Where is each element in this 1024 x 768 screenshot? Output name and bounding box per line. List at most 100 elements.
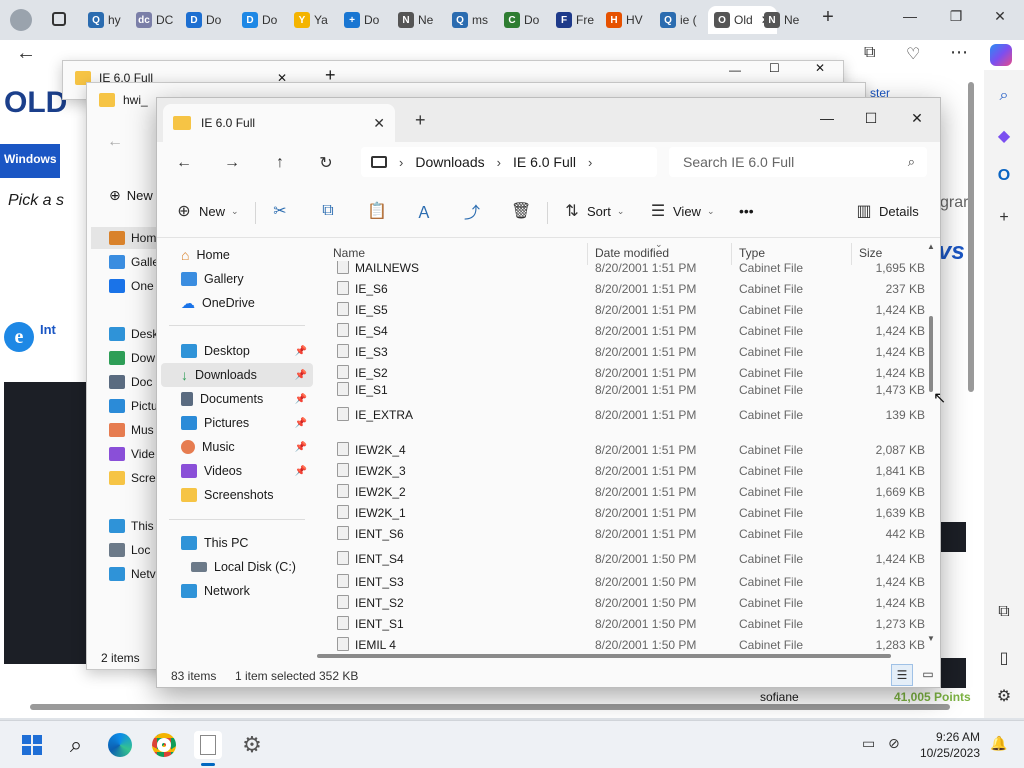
nav-item-home[interactable]: ⌂ Home	[161, 243, 313, 267]
nav-item-localdisk[interactable]: Local Disk (C:)	[161, 555, 313, 579]
details-pane-button[interactable]: ▥ Details	[855, 196, 918, 226]
column-header-size[interactable]: Size	[859, 246, 882, 260]
nav-item-music[interactable]: Music 📌	[161, 435, 313, 459]
bg-window-1-close[interactable]: ✕	[815, 61, 825, 75]
nav-item-thispc[interactable]: This PC	[161, 531, 313, 555]
browser-tab[interactable]: Qms	[452, 6, 488, 34]
search-input[interactable]: Search IE 6.0 Full ⌕	[669, 147, 927, 177]
tab-actions-icon[interactable]	[52, 12, 66, 26]
nav-item-desktop[interactable]: Desktop 📌	[161, 339, 313, 363]
column-header-type[interactable]: Type	[739, 246, 765, 260]
nav-item-onedrive[interactable]: ☁ OneDrive	[161, 291, 313, 315]
file-list-scrollbar[interactable]	[927, 248, 935, 648]
add-icon[interactable]: +	[994, 208, 1014, 228]
bg-nav-item[interactable]: One	[109, 275, 159, 297]
pin-icon[interactable]: 📌	[295, 418, 307, 429]
explorer-tab[interactable]: IE 6.0 Full ✕	[163, 104, 395, 142]
browser-close-button[interactable]: ✕	[988, 8, 1012, 25]
copilot-sidebar-icon[interactable]: ◆	[994, 126, 1014, 146]
chevron-right-icon[interactable]: ›	[588, 155, 592, 170]
pin-icon[interactable]: 📌	[295, 466, 307, 477]
browser-tab[interactable]: Qhy	[88, 6, 121, 34]
forward-icon[interactable]: →	[219, 150, 245, 176]
outlook-icon[interactable]: O	[994, 166, 1014, 186]
back-icon[interactable]: ←	[171, 150, 197, 176]
profile-avatar[interactable]	[10, 9, 32, 31]
address-bar[interactable]: › Downloads › IE 6.0 Full ›	[361, 147, 657, 177]
bg-nav-item[interactable]: Hom	[91, 227, 159, 249]
new-tab-button[interactable]: +	[816, 6, 840, 29]
browser-tab[interactable]: Qie (	[660, 6, 697, 34]
browser-tab[interactable]: D Do	[186, 6, 221, 34]
browser-tab[interactable]: D Do	[242, 6, 277, 34]
browser-tab[interactable]: C Do	[504, 6, 539, 34]
pin-icon[interactable]: 📌	[295, 370, 307, 381]
browser-tab[interactable]: N Ne	[764, 6, 799, 34]
chrome-icon[interactable]	[150, 731, 178, 759]
bg-nav-item[interactable]: Pictu	[109, 395, 159, 417]
pin-icon[interactable]: 📌	[295, 394, 307, 405]
browser-tab[interactable]: dc DC	[136, 6, 173, 34]
bg-new-button[interactable]: ⊕ New	[109, 187, 153, 204]
browser-tab[interactable]: + Do	[344, 6, 379, 34]
chevron-right-icon[interactable]: ›	[399, 155, 403, 170]
browser-restore-button[interactable]: ❐	[944, 8, 968, 25]
table-row[interactable]: IENT_S4 8/20/2001 1:50 PM Cabinet File 1,42…	[329, 548, 929, 569]
horizontal-scrollbar[interactable]	[317, 654, 891, 658]
system-clock[interactable]: 9:26 AM 10/25/2023	[920, 729, 980, 761]
browser-tab[interactable]: N Ne	[398, 6, 433, 34]
details-view-toggle[interactable]: ☰	[891, 664, 913, 686]
page-hscrollbar[interactable]	[30, 704, 950, 710]
table-row[interactable]: MAILNEWS 8/20/2001 1:51 PM Cabinet File 1,6…	[329, 261, 929, 278]
large-icons-view-toggle[interactable]: ▭	[917, 664, 939, 686]
minimize-button[interactable]: —	[805, 104, 849, 132]
cut-button[interactable]: ✂	[271, 196, 289, 226]
back-icon[interactable]: ←	[107, 133, 123, 151]
settings-taskbar-icon[interactable]: ⚙	[238, 731, 266, 759]
file-explorer-taskbar-icon[interactable]	[194, 731, 222, 759]
more-options-button[interactable]: •••	[739, 196, 754, 226]
windows-start-icon[interactable]	[18, 731, 46, 759]
site-item-title[interactable]: Int	[40, 322, 56, 337]
table-row[interactable]: IENT_S2 8/20/2001 1:50 PM Cabinet File 1,42…	[329, 592, 929, 613]
table-row[interactable]: IE_S3 8/20/2001 1:51 PM Cabinet File 1,424 …	[329, 341, 929, 362]
share-button[interactable]: ⤴	[463, 196, 481, 226]
table-row[interactable]: IE_S4 8/20/2001 1:51 PM Cabinet File 1,424 …	[329, 320, 929, 341]
refresh-icon[interactable]: ↻	[313, 150, 339, 176]
nav-item-documents[interactable]: Documents 📌	[161, 387, 313, 411]
table-row[interactable]: IE_S5 8/20/2001 1:51 PM Cabinet File 1,424 …	[329, 299, 929, 320]
bg-window-1-minimize[interactable]: —	[729, 63, 741, 77]
maximize-button[interactable]: ☐	[849, 104, 893, 132]
bg-nav-item[interactable]: Galle	[109, 251, 159, 273]
new-button[interactable]: ⊕ New ⌄	[175, 196, 238, 226]
site-nav-windows[interactable]: Windows	[4, 152, 57, 166]
performance-icon[interactable]: ♡	[906, 44, 920, 64]
chevron-right-icon[interactable]: ›	[497, 155, 501, 170]
table-row[interactable]: IENT_S6 8/20/2001 1:51 PM Cabinet File 442 …	[329, 523, 929, 544]
page-vscrollbar[interactable]	[968, 82, 974, 392]
browser-minimize-button[interactable]: —	[898, 8, 922, 24]
bg-nav-item[interactable]: Netv	[109, 563, 159, 585]
search-icon[interactable]: ⌕	[62, 731, 90, 759]
settings-more-icon[interactable]: ⋯	[950, 42, 968, 63]
bg-nav-item[interactable]: Scre	[109, 467, 159, 489]
table-row[interactable]: IENT_S1 8/20/2001 1:50 PM Cabinet File 1,27…	[329, 613, 929, 634]
rename-button[interactable]: Ａ	[415, 196, 433, 226]
bg-nav-item[interactable]: Loc	[109, 539, 159, 561]
copy-button[interactable]: ⧉	[319, 196, 337, 226]
nav-item-downloads[interactable]: ↓ Downloads 📌	[161, 363, 313, 387]
table-row[interactable]: IE_S1 8/20/2001 1:51 PM Cabinet File 1,473 …	[329, 379, 929, 400]
gear-icon[interactable]: ⚙	[994, 686, 1014, 706]
search-icon[interactable]: ⌕	[994, 86, 1014, 106]
nav-item-gallery[interactable]: Gallery	[161, 267, 313, 291]
nav-item-videos[interactable]: Videos 📌	[161, 459, 313, 483]
browser-tab[interactable]: H HV	[606, 6, 643, 34]
bg-nav-item[interactable]: This	[109, 515, 159, 537]
bg-window-1-maximize[interactable]: ☐	[769, 61, 780, 75]
screenshot-icon[interactable]: ⧉	[994, 602, 1014, 622]
bg-nav-item[interactable]: Doc	[109, 371, 159, 393]
delete-button[interactable]: 🗑	[511, 196, 531, 226]
table-row[interactable]: IEW2K_3 8/20/2001 1:51 PM Cabinet File 1,84…	[329, 460, 929, 481]
table-row[interactable]: IEW2K_4 8/20/2001 1:51 PM Cabinet File 2,08…	[329, 439, 929, 460]
view-button[interactable]: ☰ View ⌄	[649, 196, 715, 226]
